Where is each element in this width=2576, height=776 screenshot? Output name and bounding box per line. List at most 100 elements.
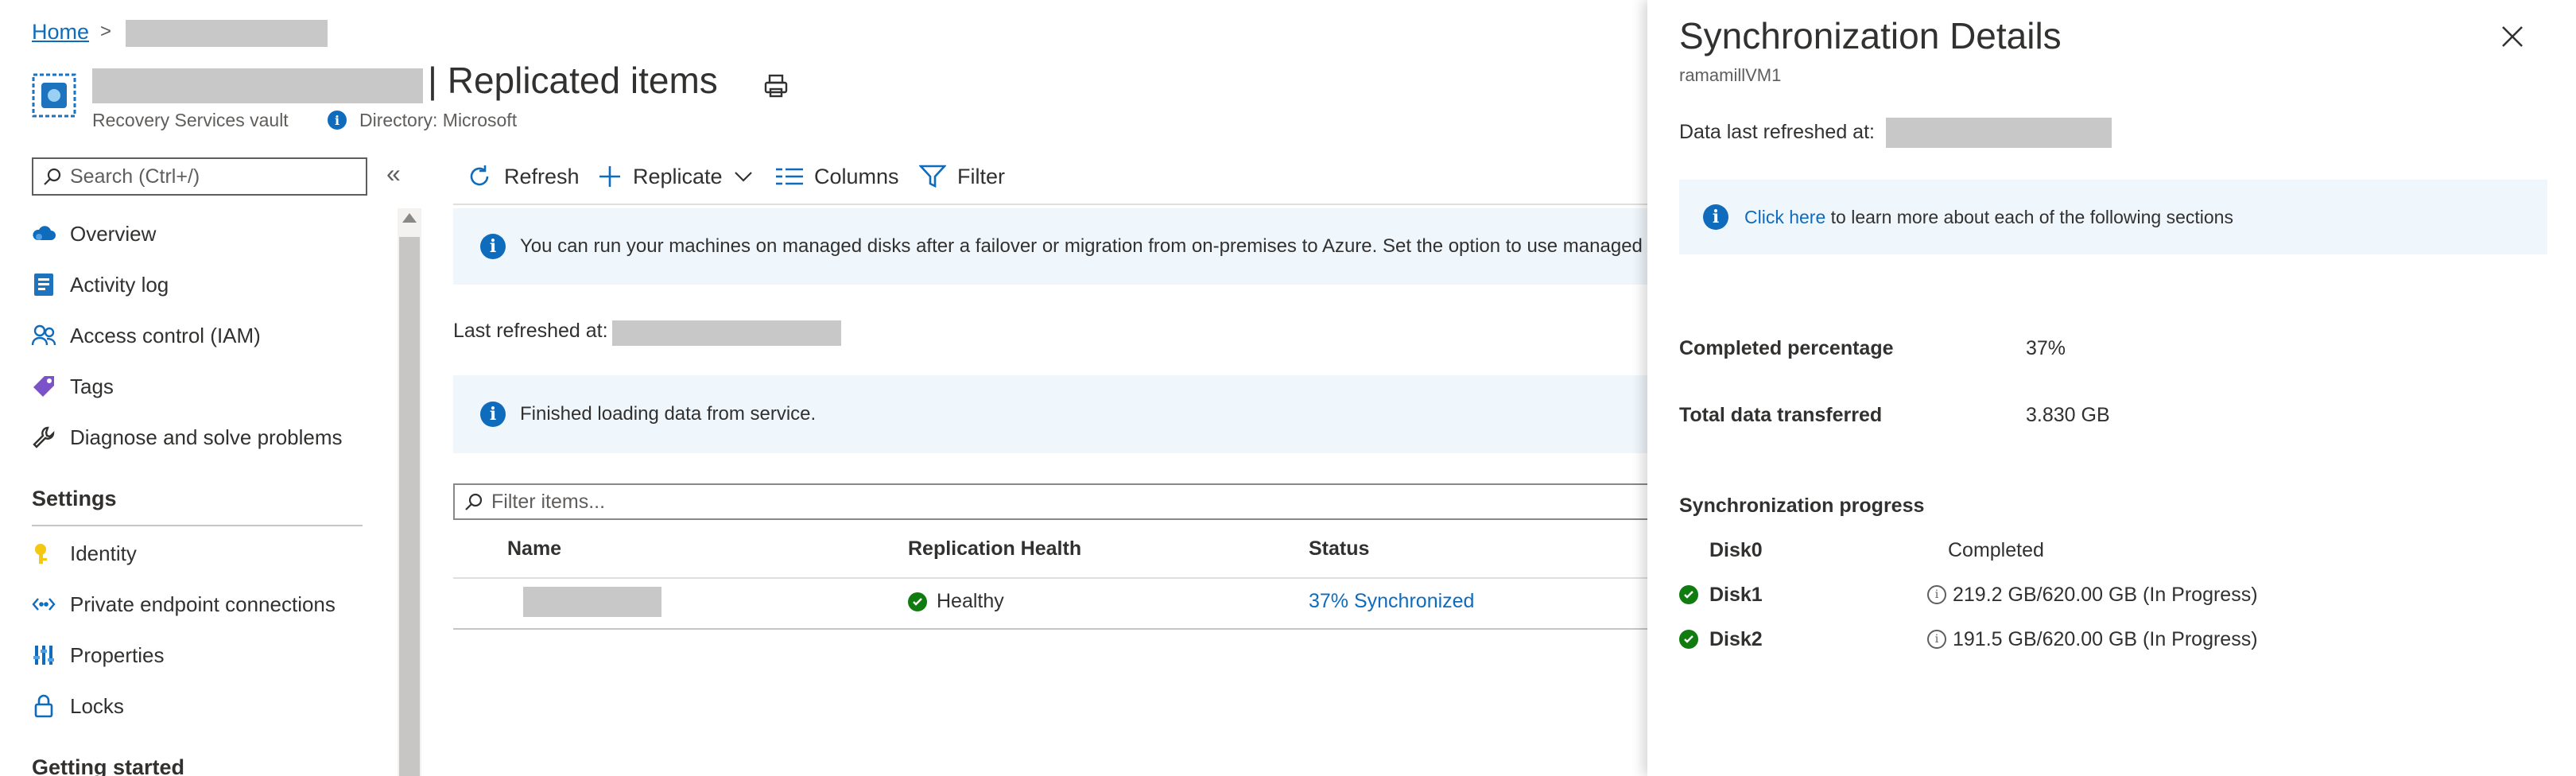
column-header-replication-health[interactable]: Replication Health [908,537,1081,561]
sidebar-item-label: Tags [70,374,114,398]
synchronization-details-panel: Synchronization Details ramamillVM1 Data… [1647,0,2576,776]
vault-name-redacted [92,68,423,103]
breadcrumb-resource-redacted[interactable] [126,20,328,47]
tag-icon [30,373,57,400]
disk-status: Completed [1948,539,2044,561]
learn-more-text: to learn more about each of the followin… [1825,206,2233,227]
chevron-right-icon: > [100,21,112,42]
info-icon[interactable]: i [1927,630,1946,649]
settings-heading: Settings [32,487,117,510]
refresh-icon [466,163,493,190]
managed-disks-message: You can run your machines on managed dis… [520,235,1643,257]
column-header-name[interactable]: Name [507,537,561,561]
table-row-divider [453,628,1647,630]
loaded-banner: i Finished loading data from service. [453,375,1647,453]
completed-percentage-value: 37% [2026,337,2066,359]
learn-more-banner: i Click here to learn more about each of… [1679,180,2547,254]
status-link[interactable]: 37% Synchronized [1309,590,1474,613]
sidebar-item-locks[interactable]: Locks [30,690,124,722]
disk-status: 191.5 GB/620.00 GB (In Progress) [1953,628,2258,650]
item-name-redacted[interactable] [523,587,661,617]
sidebar-scrollbar[interactable] [398,208,421,776]
last-refreshed-value-redacted [612,320,841,346]
getting-started-heading: Getting started [32,755,185,776]
collapse-sidebar-button[interactable]: « [386,159,401,188]
sidebar-item-label: Private endpoint connections [70,592,336,616]
last-refreshed-label: Last refreshed at: [453,320,608,342]
disk-name: Disk0 [1709,539,1763,561]
chevron-down-icon [734,170,753,183]
sidebar-item-access-control[interactable]: Access control (IAM) [30,320,261,351]
cloud-icon [30,220,57,247]
sync-progress-heading: Synchronization progress [1679,495,1925,517]
completed-percentage-label: Completed percentage [1679,337,1894,359]
info-icon: i [480,402,506,427]
sidebar-item-activity-log[interactable]: Activity log [30,269,169,301]
table-row[interactable]: Healthy 37% Synchronized [453,579,1647,628]
filter-button[interactable]: Filter [919,159,1005,194]
disk-row: Disk2 i 191.5 GB/620.00 GB (In Progress) [1679,627,2315,658]
sidebar-item-private-endpoint[interactable]: Private endpoint connections [30,588,336,620]
data-refreshed-value-redacted [1886,118,2112,148]
panel-subtitle: ramamillVM1 [1679,65,1782,85]
sidebar-item-tags[interactable]: Tags [30,371,114,402]
sidebar-item-label: Locks [70,693,124,718]
filter-items-input[interactable]: Filter items... [453,483,1654,520]
filter-icon [919,164,946,189]
search-icon [43,167,62,186]
columns-icon [776,166,803,187]
replicate-label: Replicate [633,164,723,188]
refresh-button[interactable]: Refresh [466,159,580,194]
columns-button[interactable]: Columns [776,159,899,194]
people-icon [30,322,57,349]
scrollbar-thumb[interactable] [399,237,420,776]
sidebar-item-overview[interactable]: Overview [30,218,156,250]
check-circle-icon [1679,630,1698,649]
search-icon [464,492,483,511]
sidebar-item-identity[interactable]: Identity [30,537,137,569]
column-header-status[interactable]: Status [1309,537,1369,561]
breadcrumb: Home > [32,17,122,46]
panel-title: Synchronization Details [1679,15,2062,56]
replicate-button[interactable]: Replicate [598,159,764,194]
total-transferred-label: Total data transferred [1679,404,1883,426]
filter-label: Filter [957,164,1005,188]
info-icon: i [480,234,506,259]
lock-icon [30,693,57,720]
replication-health-value: Healthy [937,590,1004,612]
close-icon[interactable] [2500,24,2525,49]
disk-status: 219.2 GB/620.00 GB (In Progress) [1953,584,2258,606]
check-circle-icon [908,592,927,611]
sidebar-search-placeholder: Search (Ctrl+/) [70,165,200,188]
sidebar-item-label: Diagnose and solve problems [70,425,343,449]
refresh-label: Refresh [504,164,580,188]
command-bar-divider [453,204,1647,205]
properties-icon [30,642,57,669]
info-icon[interactable]: i [1927,585,1946,604]
total-transferred-value: 3.830 GB [2026,404,2110,426]
info-icon: i [328,111,347,130]
sidebar-item-properties[interactable]: Properties [30,639,165,671]
wrench-icon [30,424,57,451]
disk-name: Disk1 [1709,584,1763,606]
check-circle-icon [1679,585,1698,604]
sidebar-item-diagnose[interactable]: Diagnose and solve problems [30,421,343,453]
disk-row: Disk0 Completed [1679,537,2315,569]
vault-type-subtitle: Recovery Services vault [92,110,289,130]
click-here-link[interactable]: Click here [1744,207,1825,228]
managed-disks-banner: i You can run your machines on managed d… [453,208,1647,285]
disk-name: Disk2 [1709,628,1763,650]
endpoint-icon [30,591,57,618]
print-icon[interactable] [762,72,790,100]
replication-health-cell: Healthy [908,590,1004,613]
sidebar-item-label: Activity log [70,272,169,297]
key-icon [30,540,57,567]
sidebar-item-label: Overview [70,221,157,246]
scroll-up-arrow[interactable] [402,213,417,223]
vault-icon [32,73,76,118]
page-title: | Replicated items [428,60,718,101]
disk-row: Disk1 i 219.2 GB/620.00 GB (In Progress) [1679,582,2315,614]
breadcrumb-home-link[interactable]: Home [32,20,89,45]
plus-icon [598,165,622,188]
sidebar-search-box[interactable]: Search (Ctrl+/) [32,157,367,196]
